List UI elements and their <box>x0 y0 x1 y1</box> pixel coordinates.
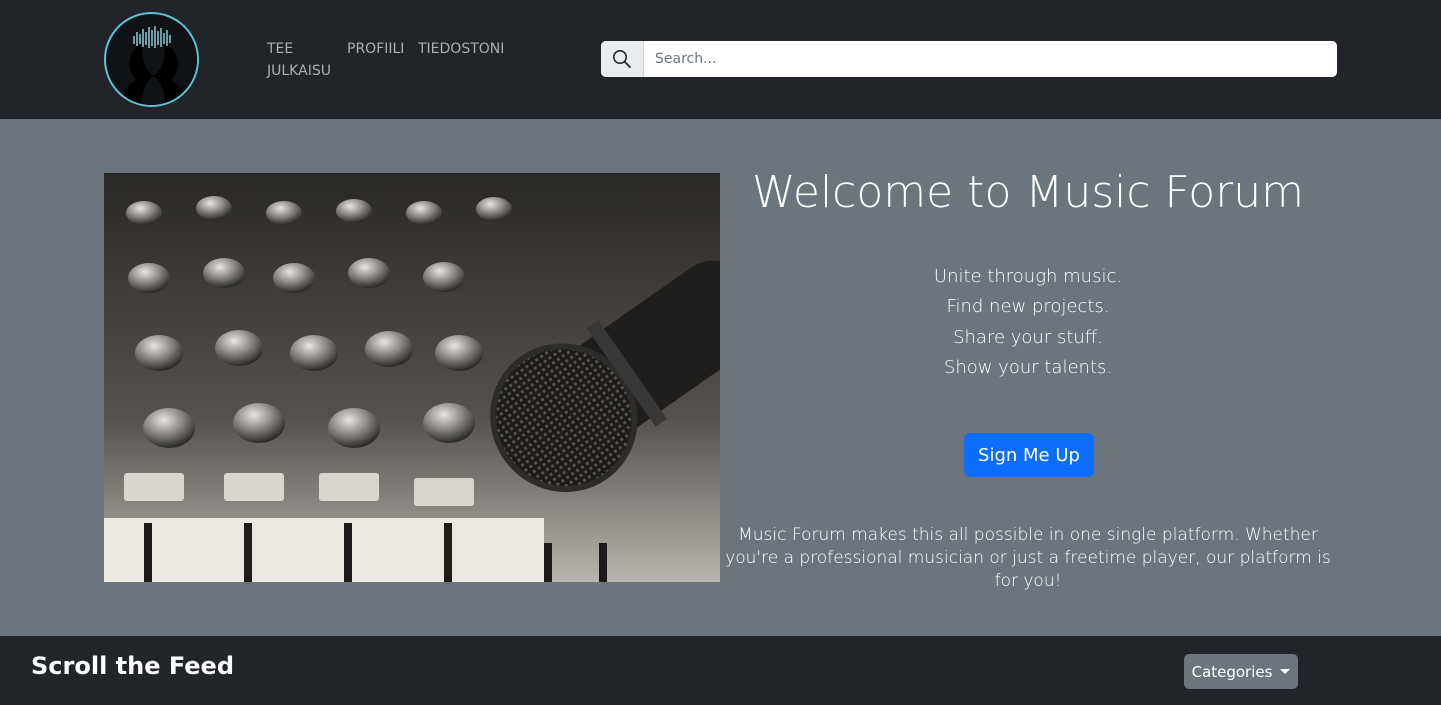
categories-dropdown-button[interactable]: Categories <box>1184 654 1298 689</box>
feed-header: Scroll the Feed Categories <box>0 636 1441 705</box>
search-button[interactable] <box>601 41 644 77</box>
tagline-find: Find new projects. <box>946 296 1110 317</box>
categories-label: Categories <box>1191 662 1273 681</box>
sign-me-up-button[interactable]: Sign Me Up <box>964 433 1094 477</box>
mixer-microphone-photo-icon <box>104 173 720 582</box>
hero-description: Music Forum makes this all possible in o… <box>725 525 1331 591</box>
hero-section: Welcome to Music Forum Unite through mus… <box>0 119 1441 636</box>
search-icon <box>613 50 631 68</box>
top-navbar: TEE JULKAISU PROFIILI TIEDOSTONI <box>0 0 1441 119</box>
search-bar <box>601 41 1337 77</box>
feed-title: Scroll the Feed <box>31 652 234 680</box>
nav-link-tiedostoni[interactable]: TIEDOSTONI <box>418 38 504 60</box>
search-input[interactable] <box>644 41 1337 77</box>
nav-link-profiili[interactable]: PROFIILI <box>347 38 404 60</box>
site-logo[interactable] <box>104 12 199 107</box>
mixer-microphone-image <box>104 173 720 582</box>
tagline-show: Show your talents. <box>943 357 1113 378</box>
nav-link-tee-julkaisu[interactable]: TEE JULKAISU <box>267 38 339 82</box>
headphones-silhouette-icon <box>107 15 197 105</box>
caret-down-icon <box>1280 669 1291 674</box>
tagline-share: Share your stuff. <box>953 327 1103 348</box>
hero-title: Welcome to Music Forum <box>751 167 1305 218</box>
tagline-unite: Unite through music. <box>933 266 1123 287</box>
